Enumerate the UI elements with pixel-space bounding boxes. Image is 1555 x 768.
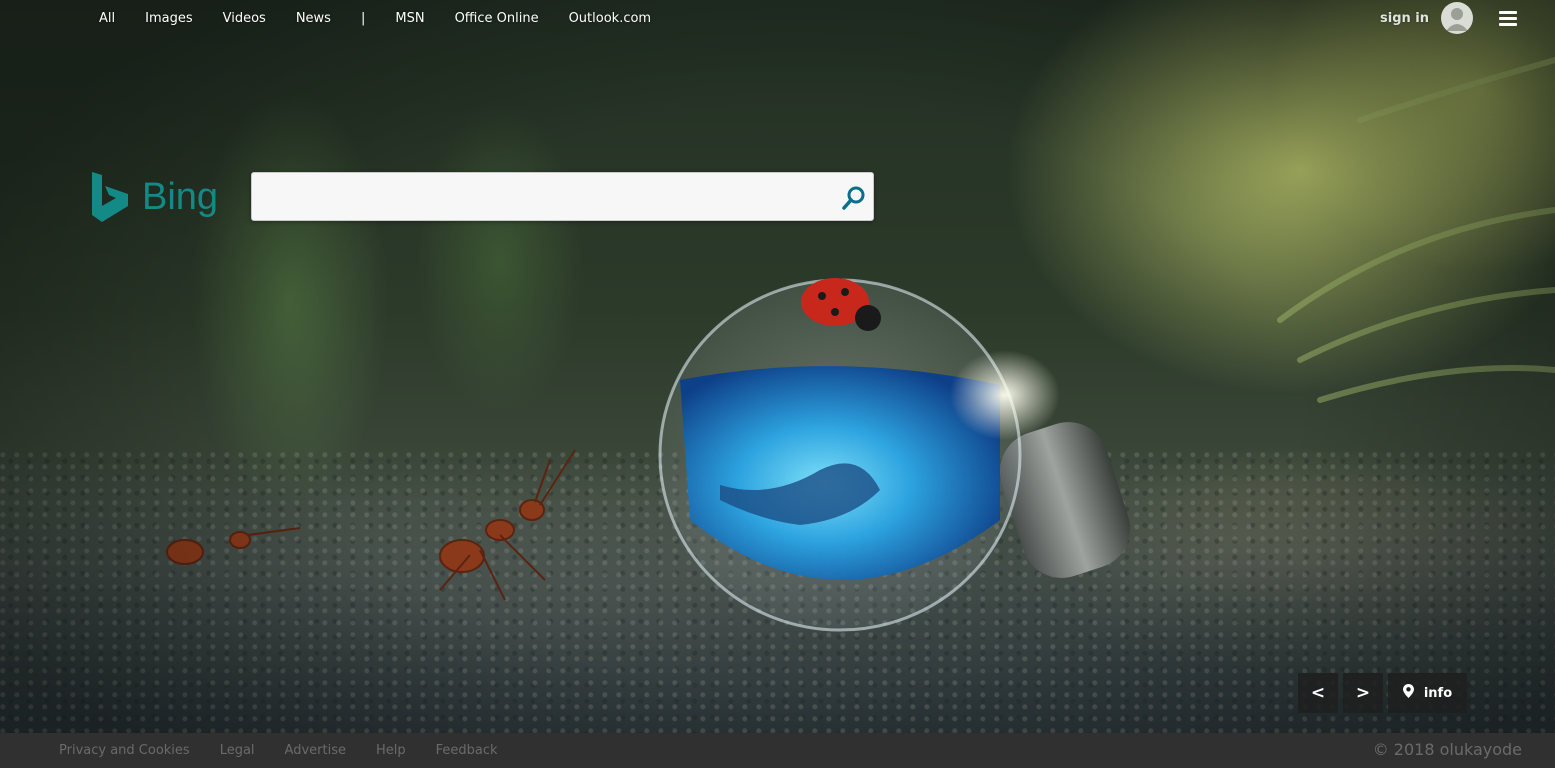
account-area: sign in (1380, 2, 1517, 34)
nav-link-outlook[interactable]: Outlook.com (569, 11, 652, 26)
search-box (251, 172, 874, 221)
avatar[interactable] (1441, 2, 1473, 34)
footer: Privacy and Cookies Legal Advertise Help… (0, 733, 1555, 768)
sign-in-link[interactable]: sign in (1380, 11, 1429, 26)
map-pin-icon (1402, 684, 1414, 702)
previous-image-button[interactable]: < (1298, 673, 1338, 713)
background-vignette (0, 0, 1555, 768)
nav-link-office-online[interactable]: Office Online (455, 11, 539, 26)
nav-link-news[interactable]: News (296, 11, 331, 26)
nav-separator: | (360, 10, 366, 26)
footer-link-legal[interactable]: Legal (220, 743, 255, 758)
nav-link-all[interactable]: All (99, 11, 115, 26)
top-navigation: All Images Videos News | MSN Office Onli… (99, 8, 681, 28)
search-icon (842, 186, 865, 210)
image-copyright: © 2018 olukayode (1372, 740, 1522, 759)
user-icon (1446, 8, 1468, 31)
image-info-button[interactable]: info (1388, 673, 1467, 713)
footer-link-help[interactable]: Help (376, 743, 406, 758)
bing-logo-text: Bing (142, 175, 219, 218)
bing-logo[interactable]: Bing (90, 170, 218, 224)
search-button[interactable] (837, 182, 869, 214)
nav-link-images[interactable]: Images (145, 11, 193, 26)
next-image-button[interactable]: > (1343, 673, 1383, 713)
next-image-label: > (1355, 683, 1371, 703)
previous-image-label: < (1310, 683, 1326, 703)
info-label: info (1423, 685, 1453, 701)
footer-links: Privacy and Cookies Legal Advertise Help… (59, 743, 528, 758)
bing-homepage: All Images Videos News | MSN Office Onli… (0, 0, 1555, 768)
menu-hamburger-icon[interactable] (1499, 10, 1517, 26)
bing-b-logo-icon (92, 172, 128, 222)
nav-link-msn[interactable]: MSN (395, 11, 424, 26)
footer-link-feedback[interactable]: Feedback (436, 743, 498, 758)
nav-link-videos[interactable]: Videos (223, 11, 266, 26)
footer-link-advertise[interactable]: Advertise (285, 743, 346, 758)
footer-link-privacy[interactable]: Privacy and Cookies (59, 743, 190, 758)
search-input[interactable] (262, 181, 836, 215)
